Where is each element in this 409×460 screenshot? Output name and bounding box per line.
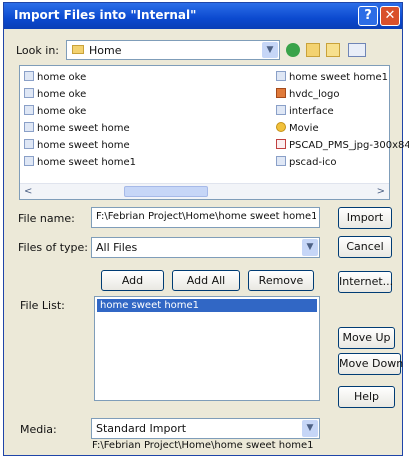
add-button[interactable]: Add <box>101 270 164 291</box>
file-name: PSCAD_PMS_jpg-300x84 <box>289 140 409 151</box>
file-name: home sweet home1 <box>289 72 389 83</box>
file-item[interactable]: home sweet home1 <box>276 71 388 83</box>
chevron-down-icon[interactable]: ▼ <box>302 239 318 256</box>
file-name-value: F:\Febrian Project\Home\home sweet home1… <box>96 211 316 222</box>
files-of-type-label: Files of type: <box>18 241 89 254</box>
files-of-type-value: All Files <box>96 241 138 254</box>
move-down-button[interactable]: Move Down <box>338 353 403 375</box>
image-file-icon <box>276 88 286 98</box>
file-icon <box>24 122 34 132</box>
file-item[interactable]: home sweet home1 <box>24 156 136 168</box>
pdf-file-icon <box>276 139 286 149</box>
path-text: F:\Febrian Project\Home\home sweet home1 <box>92 440 314 451</box>
files-of-type-select[interactable]: All Files ▼ <box>91 237 320 258</box>
file-item[interactable]: home oke <box>24 105 86 117</box>
internet-button[interactable]: Internet... <box>338 271 393 293</box>
file-name: home oke <box>37 72 87 83</box>
up-folder-icon[interactable] <box>306 43 320 57</box>
back-icon[interactable] <box>286 43 300 57</box>
file-item[interactable]: pscad-ico <box>276 156 337 168</box>
file-icon <box>24 105 34 115</box>
file-name: home sweet home <box>37 123 130 134</box>
movie-file-icon <box>276 122 286 132</box>
file-name: pscad-ico <box>289 157 337 168</box>
file-name: interface <box>289 106 334 117</box>
file-item[interactable]: home sweet home <box>24 122 130 134</box>
media-label: Media: <box>20 423 57 436</box>
look-in-label: Look in: <box>16 44 59 57</box>
file-icon <box>24 139 34 149</box>
title-bar: Import Files into "Internal" ? ✕ <box>4 3 402 29</box>
media-select[interactable]: Standard Import ▼ <box>91 418 320 439</box>
file-item[interactable]: Movie <box>276 122 319 134</box>
file-item[interactable]: PSCAD_PMS_jpg-300x84 <box>276 139 409 151</box>
file-name-input[interactable]: F:\Febrian Project\Home\home sweet home1… <box>91 207 320 228</box>
file-list[interactable]: home sweet home1 <box>94 296 320 401</box>
file-name: home sweet home1 <box>37 157 137 168</box>
file-item[interactable]: home oke <box>24 88 86 100</box>
scroll-right-icon[interactable]: > <box>377 184 385 199</box>
close-button[interactable]: ✕ <box>380 6 400 26</box>
file-icon <box>24 156 34 166</box>
view-menu-icon[interactable] <box>348 43 366 57</box>
help-title-button[interactable]: ? <box>358 6 378 26</box>
file-icon <box>24 71 34 81</box>
folder-icon <box>72 45 84 54</box>
file-browser[interactable]: home oke home oke home oke home sweet ho… <box>19 65 409 200</box>
new-folder-icon[interactable] <box>326 43 340 57</box>
chevron-down-icon[interactable]: ▼ <box>302 420 318 437</box>
media-value: Standard Import <box>96 422 187 435</box>
file-icon <box>24 88 34 98</box>
file-name: home oke <box>37 89 87 100</box>
look-in-select[interactable]: Home ▼ <box>66 40 280 60</box>
file-name: Movie <box>289 123 319 134</box>
file-icon <box>276 156 286 166</box>
scroll-left-icon[interactable]: < <box>24 184 32 199</box>
look-in-value: Home <box>89 44 122 57</box>
import-dialog: Import Files into "Internal" ? ✕ Look in… <box>3 2 409 456</box>
file-name: hvdc_logo <box>289 89 340 100</box>
file-list-label: File List: <box>20 299 65 312</box>
file-item[interactable]: interface <box>276 105 334 117</box>
help-button[interactable]: Help <box>338 386 395 408</box>
add-all-button[interactable]: Add All <box>172 270 240 291</box>
file-name-label: File name: <box>18 212 75 225</box>
list-item[interactable]: home sweet home1 <box>97 299 317 312</box>
file-item[interactable]: hvdc_logo <box>276 88 339 100</box>
cancel-button[interactable]: Cancel <box>338 236 392 258</box>
remove-button[interactable]: Remove <box>248 270 314 291</box>
file-name: home oke <box>37 106 87 117</box>
file-item[interactable]: home sweet home <box>24 139 130 151</box>
move-up-button[interactable]: Move Up <box>338 327 395 349</box>
file-name: home sweet home <box>37 140 130 151</box>
horizontal-scrollbar[interactable]: < > <box>20 183 389 199</box>
file-icon <box>276 71 286 81</box>
import-button[interactable]: Import <box>338 207 392 229</box>
file-icon <box>276 105 286 115</box>
window-title: Import Files into "Internal" <box>14 8 197 22</box>
scroll-thumb[interactable] <box>124 186 208 197</box>
file-item[interactable]: home oke <box>24 71 86 83</box>
chevron-down-icon[interactable]: ▼ <box>262 42 278 58</box>
